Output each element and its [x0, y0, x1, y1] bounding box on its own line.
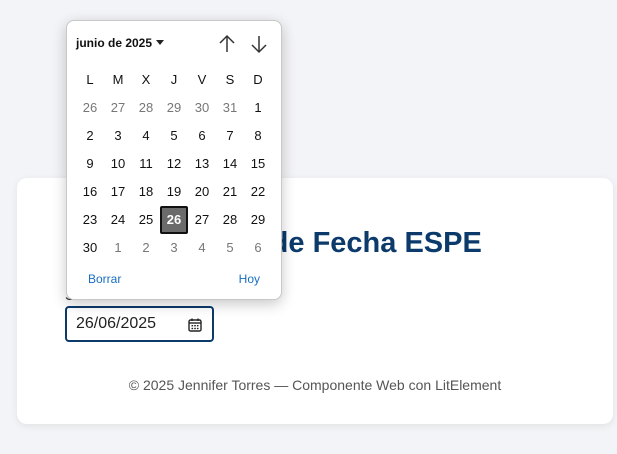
day-cell[interactable]: 14 — [216, 150, 244, 178]
day-cell[interactable]: 29 — [160, 94, 188, 122]
day-cell[interactable]: 31 — [216, 94, 244, 122]
day-cell[interactable]: 18 — [132, 178, 160, 206]
date-input[interactable]: 26/06/2025 — [65, 306, 214, 342]
day-cell[interactable]: 27 — [104, 94, 132, 122]
day-cell[interactable]: 6 — [188, 122, 216, 150]
caret-down-icon — [156, 40, 165, 46]
weekday-label: L — [86, 72, 94, 87]
calendar-icon[interactable] — [188, 318, 202, 332]
day-cell[interactable]: 8 — [244, 122, 272, 150]
week-row: 2345678 — [76, 122, 272, 150]
day-cell[interactable]: 6 — [244, 234, 272, 262]
day-cell[interactable]: 5 — [216, 234, 244, 262]
week-row: 30 1 2 3 4 5 6 — [76, 234, 272, 262]
day-cell[interactable]: 15 — [244, 150, 272, 178]
day-cell[interactable]: 17 — [104, 178, 132, 206]
month-year-label: junio de 2025 — [76, 36, 153, 50]
day-cell[interactable]: 19 — [160, 178, 188, 206]
day-cell[interactable]: 7 — [216, 122, 244, 150]
day-cell[interactable]: 29 — [244, 206, 272, 234]
day-cell[interactable]: 20 — [188, 178, 216, 206]
weekday-label: S — [225, 72, 235, 87]
today-button[interactable]: Hoy — [239, 272, 260, 286]
day-cell-selected[interactable]: 26 — [160, 206, 188, 234]
day-cell[interactable]: 1 — [104, 234, 132, 262]
previous-month-button[interactable] — [216, 33, 238, 55]
day-cell[interactable]: 16 — [76, 178, 104, 206]
day-cell[interactable]: 21 — [216, 178, 244, 206]
day-cell[interactable]: 10 — [104, 150, 132, 178]
day-cell[interactable]: 12 — [160, 150, 188, 178]
arrow-up-icon — [219, 34, 235, 52]
weekday-header: LMXJVSD — [76, 66, 272, 94]
calendar-popup: junio de 2025 LMXJVSD 26 27 28 29 30 31 1 2 3 4 5 6… — [66, 20, 282, 300]
day-cell[interactable]: 28 — [132, 94, 160, 122]
weekday-label: D — [253, 72, 263, 87]
next-month-button[interactable] — [248, 33, 270, 55]
day-cell[interactable]: 25 — [132, 206, 160, 234]
day-cell[interactable]: 26 — [76, 94, 104, 122]
week-row: 16 17 18 19 20 21 22 — [76, 178, 272, 206]
weekday-label: X — [141, 72, 151, 87]
week-row: 23 24 25 26 27 28 29 — [76, 206, 272, 234]
day-cell[interactable]: 1 — [244, 94, 272, 122]
weekday-label: V — [197, 72, 207, 87]
clear-button[interactable]: Borrar — [88, 272, 121, 286]
day-cell[interactable]: 24 — [104, 206, 132, 234]
day-cell[interactable]: 30 — [188, 94, 216, 122]
day-cell[interactable]: 13 — [188, 150, 216, 178]
day-cell[interactable]: 22 — [244, 178, 272, 206]
day-cell[interactable]: 2 — [76, 122, 104, 150]
day-cell[interactable]: 30 — [76, 234, 104, 262]
date-input-value[interactable]: 26/06/2025 — [76, 315, 156, 333]
calendar-grid: LMXJVSD 26 27 28 29 30 31 1 2 3 4 5 6 7 8 9 10 11 12 13 14 1… — [76, 66, 272, 262]
day-cell[interactable]: 9 — [76, 150, 104, 178]
day-cell[interactable]: 3 — [104, 122, 132, 150]
day-cell[interactable]: 27 — [188, 206, 216, 234]
day-cell[interactable]: 23 — [76, 206, 104, 234]
footer-credit: © 2025 Jennifer Torres — Componente Web … — [128, 377, 502, 393]
week-row: 9 10 11 12 13 14 15 — [76, 150, 272, 178]
day-cell[interactable]: 3 — [160, 234, 188, 262]
weekday-label: J — [170, 72, 178, 87]
picker-footer: Borrar Hoy — [67, 272, 281, 288]
month-year-select[interactable]: junio de 2025 — [76, 36, 165, 50]
day-cell[interactable]: 5 — [160, 122, 188, 150]
day-cell[interactable]: 28 — [216, 206, 244, 234]
arrow-down-icon — [251, 36, 267, 54]
week-row: 26 27 28 29 30 31 1 — [76, 94, 272, 122]
day-cell[interactable]: 4 — [132, 122, 160, 150]
day-cell[interactable]: 2 — [132, 234, 160, 262]
weekday-label: M — [112, 72, 124, 87]
day-cell[interactable]: 11 — [132, 150, 160, 178]
day-cell[interactable]: 4 — [188, 234, 216, 262]
